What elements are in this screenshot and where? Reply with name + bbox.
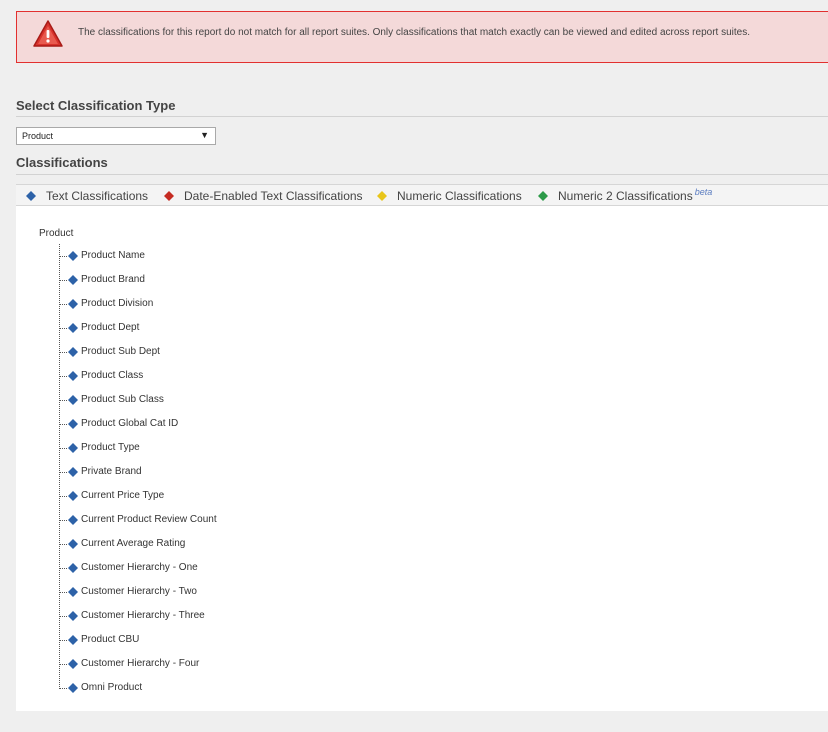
legend-label: Numeric Classifications [397,189,522,203]
red-diamond-icon [164,191,174,201]
tree-item-label: Product Global Cat ID [81,418,179,429]
tree-item-label: Customer Hierarchy - Three [81,610,205,621]
tree-item-label: Product Sub Dept [81,346,160,357]
tree-item-label: Product Name [81,250,145,261]
blue-diamond-icon [68,395,78,405]
tree-item-label: Current Average Rating [81,538,186,549]
blue-diamond-icon [68,683,78,693]
blue-diamond-icon [68,419,78,429]
select-value: Product [22,131,54,141]
blue-diamond-icon [68,635,78,645]
tree-connector [59,280,67,281]
tree-connector [59,640,67,641]
blue-diamond-icon [68,539,78,549]
blue-diamond-icon [68,659,78,669]
tree-connector [59,688,67,689]
green-diamond-icon [538,191,548,201]
legend-label: Numeric 2 Classifications beta [558,187,713,203]
blue-diamond-icon [26,191,36,201]
chevron-down-icon: ▼ [200,130,209,140]
blue-diamond-icon [68,515,78,525]
tree-item-label: Product Sub Class [81,394,164,405]
blue-diamond-icon [68,347,78,357]
tree-item-label: Product Division [81,298,154,309]
tree-root[interactable]: Product [39,228,73,239]
legend-label: Date-Enabled Text Classifications [184,189,363,203]
tree-connector [59,568,67,569]
warning-alert: The classifications for this report do n… [16,11,828,63]
classifications-heading: Classifications [16,155,108,170]
tree-connector [59,472,67,473]
alert-message: The classifications for this report do n… [78,27,750,38]
classification-type-select[interactable]: Product ▼ [16,127,216,145]
divider [16,116,828,117]
tree-item-label: Customer Hierarchy - Four [81,658,200,669]
blue-diamond-icon [68,563,78,573]
blue-diamond-icon [68,371,78,381]
tree-connector [59,244,60,687]
tree-item-label: Private Brand [81,466,142,477]
tree-item-label: Product Dept [81,322,140,333]
tree-item-label: Product Type [81,442,140,453]
tree-item-label: Current Product Review Count [81,514,217,525]
tree-connector [59,424,67,425]
warning-icon [33,20,63,47]
tree-item-label: Current Price Type [81,490,165,501]
tree-connector [59,592,67,593]
blue-diamond-icon [68,299,78,309]
blue-diamond-icon [68,587,78,597]
classification-tree: Product Product Name Product Brand Product… [16,206,828,711]
blue-diamond-icon [68,491,78,501]
tree-item-label: Product Brand [81,274,145,285]
yellow-diamond-icon [377,191,387,201]
tree-item-label: Customer Hierarchy - One [81,562,198,573]
tree-connector [59,256,67,257]
tree-connector [59,376,67,377]
tree-connector [59,352,67,353]
tree-connector [59,664,67,665]
legend-label: Text Classifications [46,189,149,203]
tree-item-label: Customer Hierarchy - Two [81,586,197,597]
tree-connector [59,496,67,497]
classification-legend: Text Classifications Date-Enabled Text C… [16,184,828,206]
blue-diamond-icon [68,323,78,333]
blue-diamond-icon [68,251,78,261]
tree-item-label: Omni Product [81,682,143,693]
tree-connector [59,616,67,617]
tree-connector [59,448,67,449]
beta-badge: beta [694,187,713,197]
tree-connector [59,304,67,305]
blue-diamond-icon [68,467,78,477]
tree-connector [59,520,67,521]
tree-connector [59,544,67,545]
tree-connector [59,328,67,329]
select-type-heading: Select Classification Type [16,98,176,113]
tree-item-label: Product Class [81,370,144,381]
blue-diamond-icon [68,443,78,453]
legend-label-text: Numeric 2 Classifications [558,189,693,203]
tree-item-label: Product CBU [81,634,140,645]
divider [16,174,828,175]
blue-diamond-icon [68,275,78,285]
clipped-header [0,0,828,8]
tree-connector [59,400,67,401]
blue-diamond-icon [68,611,78,621]
